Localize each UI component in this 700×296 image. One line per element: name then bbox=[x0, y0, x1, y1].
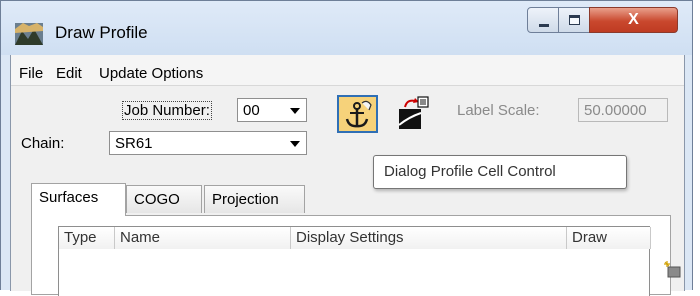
column-header-name[interactable]: Name bbox=[115, 227, 291, 249]
window-title: Draw Profile bbox=[55, 23, 148, 42]
menu-update-options[interactable]: Update Options bbox=[99, 65, 203, 82]
dialog-client-area: File Edit Update Options Job Number: 00 … bbox=[10, 55, 685, 296]
tab-surfaces[interactable]: Surfaces bbox=[31, 183, 126, 216]
draw-profile-button[interactable] bbox=[395, 95, 431, 131]
menu-file[interactable]: File bbox=[19, 65, 43, 82]
chain-label: Chain: bbox=[21, 135, 65, 152]
column-header-type[interactable]: Type bbox=[59, 227, 115, 249]
column-header-draw[interactable]: Draw bbox=[567, 227, 651, 249]
menu-edit[interactable]: Edit bbox=[56, 65, 82, 82]
draw-profile-window: Draw Profile X File Edit Update Options … bbox=[0, 0, 693, 296]
chain-value: SR61 bbox=[115, 135, 153, 152]
menu-bar: File Edit Update Options bbox=[11, 55, 684, 86]
surfaces-tab-panel: Type Name Display Settings Draw bbox=[31, 215, 671, 296]
minimize-icon bbox=[539, 24, 549, 27]
anchor-hand-icon bbox=[345, 100, 372, 128]
surfaces-list[interactable]: Type Name Display Settings Draw bbox=[58, 226, 651, 296]
job-number-dropdown[interactable]: 00 bbox=[237, 98, 307, 122]
minimize-button[interactable] bbox=[527, 7, 559, 33]
title-bar[interactable]: Draw Profile X bbox=[1, 1, 692, 55]
tooltip: Dialog Profile Cell Control bbox=[373, 155, 627, 189]
job-number-label: Job Number: bbox=[122, 101, 212, 120]
column-header-display-settings[interactable]: Display Settings bbox=[291, 227, 567, 249]
label-scale-field: 50.00000 bbox=[578, 98, 668, 122]
profile-draw-icon bbox=[398, 96, 429, 129]
tab-projection[interactable]: Projection bbox=[204, 185, 305, 213]
maximize-icon bbox=[569, 15, 580, 25]
chevron-down-icon bbox=[290, 108, 300, 114]
chevron-down-icon bbox=[290, 141, 300, 147]
close-icon: X bbox=[628, 11, 639, 28]
label-scale-label: Label Scale: bbox=[457, 102, 540, 119]
chain-dropdown[interactable]: SR61 bbox=[109, 131, 307, 155]
close-button[interactable]: X bbox=[589, 7, 678, 33]
add-surface-icon[interactable] bbox=[663, 259, 683, 279]
profile-cell-control-button[interactable] bbox=[337, 95, 378, 133]
maximize-button[interactable] bbox=[558, 7, 590, 33]
app-icon bbox=[15, 23, 43, 45]
tab-cogo[interactable]: COGO bbox=[126, 185, 202, 213]
job-number-value: 00 bbox=[243, 102, 260, 119]
